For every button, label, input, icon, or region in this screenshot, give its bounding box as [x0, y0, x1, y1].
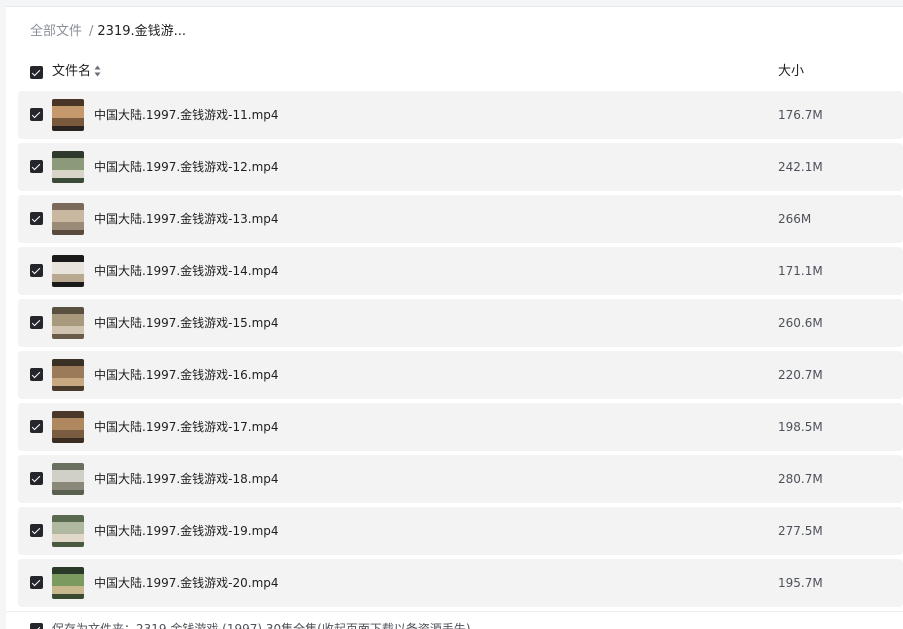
file-row[interactable]: 中国大陆.1997.金钱游戏-18.mp4 280.7M — [18, 455, 903, 503]
column-header-size[interactable]: 大小 — [778, 63, 804, 81]
file-list-header: 文件名 大小 — [6, 59, 903, 85]
file-row-checkbox[interactable] — [30, 576, 43, 589]
save-folder-checkbox[interactable] — [30, 623, 43, 629]
select-all-checkbox[interactable] — [30, 66, 43, 79]
file-list: 中国大陆.1997.金钱游戏-11.mp4 176.7M 中国大陆.1997.金钱游… — [18, 91, 903, 611]
file-name[interactable]: 中国大陆.1997.金钱游戏-13.mp4 — [94, 210, 279, 228]
file-name[interactable]: 中国大陆.1997.金钱游戏-19.mp4 — [94, 522, 279, 540]
file-size: 195.7M — [778, 576, 823, 590]
file-name[interactable]: 中国大陆.1997.金钱游戏-16.mp4 — [94, 366, 279, 384]
file-row-checkbox[interactable] — [30, 264, 43, 277]
video-thumbnail — [52, 463, 84, 495]
file-row[interactable]: 中国大陆.1997.金钱游戏-12.mp4 242.1M — [18, 143, 903, 191]
breadcrumb-root-link[interactable]: 全部文件 — [30, 24, 82, 39]
file-row-checkbox[interactable] — [30, 368, 43, 381]
video-thumbnail — [52, 151, 84, 183]
file-row-checkbox[interactable] — [30, 108, 43, 121]
file-row[interactable]: 中国大陆.1997.金钱游戏-15.mp4 260.6M — [18, 299, 903, 347]
file-name[interactable]: 中国大陆.1997.金钱游戏-12.mp4 — [94, 158, 279, 176]
file-name[interactable]: 中国大陆.1997.金钱游戏-15.mp4 — [94, 314, 279, 332]
file-row-checkbox[interactable] — [30, 160, 43, 173]
file-size: 220.7M — [778, 368, 823, 382]
file-size: 171.1M — [778, 264, 823, 278]
file-browser-panel: 全部文件 /2319.金钱游... 文件名 大小 中国大陆.1997.金钱游戏-1… — [6, 6, 903, 629]
file-row-checkbox[interactable] — [30, 420, 43, 433]
video-thumbnail — [52, 203, 84, 235]
file-size: 280.7M — [778, 472, 823, 486]
file-row[interactable]: 中国大陆.1997.金钱游戏-20.mp4 195.7M — [18, 559, 903, 607]
file-size: 242.1M — [778, 160, 823, 174]
file-row[interactable]: 中国大陆.1997.金钱游戏-16.mp4 220.7M — [18, 351, 903, 399]
file-name[interactable]: 中国大陆.1997.金钱游戏-17.mp4 — [94, 418, 279, 436]
file-row[interactable]: 中国大陆.1997.金钱游戏-11.mp4 176.7M — [18, 91, 903, 139]
file-row[interactable]: 中国大陆.1997.金钱游戏-17.mp4 198.5M — [18, 403, 903, 451]
file-row-checkbox[interactable] — [30, 212, 43, 225]
file-row-checkbox[interactable] — [30, 524, 43, 537]
file-row-checkbox[interactable] — [30, 472, 43, 485]
file-size: 266M — [778, 212, 812, 226]
file-row-checkbox[interactable] — [30, 316, 43, 329]
video-thumbnail — [52, 411, 84, 443]
file-name[interactable]: 中国大陆.1997.金钱游戏-11.mp4 — [94, 106, 279, 124]
file-size: 277.5M — [778, 524, 823, 538]
video-thumbnail — [52, 515, 84, 547]
file-row[interactable]: 中国大陆.1997.金钱游戏-19.mp4 277.5M — [18, 507, 903, 555]
file-size: 176.7M — [778, 108, 823, 122]
column-header-filename[interactable]: 文件名 — [52, 63, 91, 81]
video-thumbnail — [52, 307, 84, 339]
file-row[interactable]: 中国大陆.1997.金钱游戏-14.mp4 171.1M — [18, 247, 903, 295]
file-name[interactable]: 中国大陆.1997.金钱游戏-14.mp4 — [94, 262, 279, 280]
sort-icon[interactable] — [94, 65, 101, 77]
video-thumbnail — [52, 359, 84, 391]
file-row[interactable]: 中国大陆.1997.金钱游戏-13.mp4 266M — [18, 195, 903, 243]
video-thumbnail — [52, 255, 84, 287]
save-folder-text: 保存为文件夹：2319.金钱游戏 (1997) 30集全集(收起页面下载以备资源… — [52, 622, 471, 629]
file-size: 260.6M — [778, 316, 823, 330]
save-folder-bar: 保存为文件夹：2319.金钱游戏 (1997) 30集全集(收起页面下载以备资源… — [6, 611, 903, 629]
video-thumbnail — [52, 567, 84, 599]
file-size: 198.5M — [778, 420, 823, 434]
breadcrumb-current-folder: 2319.金钱游... — [97, 24, 187, 39]
breadcrumb: 全部文件 /2319.金钱游... — [30, 23, 186, 41]
breadcrumb-separator: / — [89, 24, 94, 39]
video-thumbnail — [52, 99, 84, 131]
file-name[interactable]: 中国大陆.1997.金钱游戏-20.mp4 — [94, 574, 279, 592]
file-name[interactable]: 中国大陆.1997.金钱游戏-18.mp4 — [94, 470, 279, 488]
